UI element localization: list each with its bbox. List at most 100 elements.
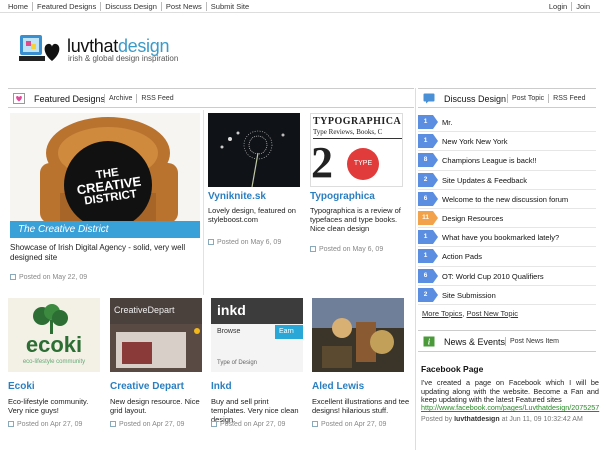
featured-card[interactable]: ecoki eco-lifestyle community Ecoki Eco-…: [8, 298, 104, 438]
nav-home[interactable]: Home: [8, 2, 34, 11]
reply-count-badge: 1: [418, 115, 438, 129]
speech-bubble-icon: [423, 93, 435, 104]
featured-card[interactable]: inkd Browse Earn Type of Design Inkd Buy…: [211, 298, 307, 438]
nav-submit-site[interactable]: Submit Site: [207, 2, 253, 11]
reply-count-badge: 2: [418, 172, 438, 187]
topic-link[interactable]: Site Updates & Feedback: [442, 176, 527, 185]
thumb-earn-tab: Earn: [275, 325, 303, 339]
topic-link[interactable]: Action Pads: [442, 252, 482, 261]
featured-card[interactable]: Aled Lewis Excellent illustrations and t…: [312, 298, 412, 438]
list-item[interactable]: 6 OT: World Cup 2010 Qualifiers: [418, 267, 596, 286]
news-events-title: News & Events: [444, 337, 506, 347]
card-meta: Posted on Apr 27, 09: [211, 421, 285, 428]
computer-heart-icon: [19, 35, 60, 61]
thumb-subtext: eco-lifestyle community: [22, 359, 86, 365]
news-item-link[interactable]: http://www.facebook.com/pages/Luvthatdes…: [421, 403, 600, 412]
list-item[interactable]: 8 Champions League is back!!: [418, 151, 596, 171]
thumb-numeral: 2: [311, 138, 333, 187]
card-meta: Posted on May 6, 09: [310, 246, 383, 253]
card-title[interactable]: Vyniknite.sk: [208, 191, 266, 202]
post-news-item-link[interactable]: Post News Item: [505, 337, 563, 346]
illustration-image: [312, 298, 404, 372]
calendar-icon: [208, 239, 214, 245]
archive-link[interactable]: Archive: [104, 94, 136, 103]
nav-featured-designs[interactable]: Featured Designs: [33, 2, 102, 11]
card-description: Eco-lifestyle community. Very nice guys!: [8, 397, 89, 415]
calendar-icon: [211, 421, 217, 427]
card-meta: Posted on May 6, 09: [208, 239, 281, 246]
list-item[interactable]: 1 What have you bookmarked lately?: [418, 228, 596, 248]
list-item[interactable]: 2 Site Submission: [418, 286, 596, 305]
vyniknite-thumbnail[interactable]: [208, 113, 300, 187]
card-title[interactable]: Ecoki: [8, 381, 35, 392]
site-logo[interactable]: luvthatdesign irish & global design insp…: [19, 33, 199, 69]
card-title[interactable]: Creative Depart: [110, 381, 184, 392]
card-description: New design resource. Nice grid layout.: [110, 397, 200, 415]
creative-depart-thumbnail[interactable]: CreativeDepart: [110, 298, 202, 372]
nav-login[interactable]: Login: [549, 2, 571, 11]
reply-count-badge: 8: [418, 153, 438, 168]
heart-frame-icon: [13, 93, 25, 104]
featured-card[interactable]: Vyniknite.sk Lovely design, featured on …: [208, 113, 304, 293]
aled-lewis-thumbnail[interactable]: [312, 298, 404, 372]
news-author-link[interactable]: luvthatdesign: [454, 416, 500, 423]
list-item[interactable]: 1 Mr.: [418, 113, 596, 133]
calendar-icon: [8, 421, 14, 427]
topic-link[interactable]: Site Submission: [442, 291, 496, 300]
typographica-thumbnail[interactable]: TYPOGRAPHICA Type Reviews, Books, C 2 TY…: [310, 113, 403, 187]
topic-link[interactable]: Design Resources: [442, 214, 503, 223]
nav-post-news[interactable]: Post News: [162, 2, 207, 11]
more-topics-link[interactable]: More Topics: [422, 309, 462, 318]
news-item-body: I've created a page on Facebook which I …: [421, 378, 599, 405]
topic-link[interactable]: Welcome to the new discussion forum: [442, 195, 568, 204]
card-title[interactable]: Inkd: [211, 381, 232, 392]
hero-divider: [203, 110, 204, 295]
thumb-browse-text: Browse: [217, 328, 241, 335]
list-item[interactable]: 6 Welcome to the new discussion forum: [418, 190, 596, 209]
featured-card[interactable]: TYPOGRAPHICA Type Reviews, Books, C 2 TY…: [310, 113, 410, 293]
reply-count-badge: 1: [418, 134, 438, 149]
topic-link[interactable]: Champions League is back!!: [442, 156, 537, 165]
dandelion-image: [208, 113, 300, 187]
nav-discuss-design[interactable]: Discuss Design: [101, 2, 162, 11]
discuss-rss-link[interactable]: RSS Feed: [548, 94, 589, 103]
card-description: Buy and sell print templates. Very nice …: [211, 397, 299, 424]
reply-count-badge: 11: [418, 210, 438, 225]
card-meta: Posted on Apr 27, 09: [312, 421, 386, 428]
calendar-icon: [110, 421, 116, 427]
topic-link[interactable]: OT: World Cup 2010 Qualifiers: [442, 272, 544, 281]
thumb-subtext: Type of Design: [217, 360, 258, 366]
card-description: Excellent illustrations and tee designs!…: [312, 397, 410, 415]
news-item-meta: Posted by luvthatdesign at Jun 11, 09 10…: [421, 416, 583, 423]
list-item[interactable]: 2 Site Updates & Feedback: [418, 171, 596, 190]
reply-count-badge: 1: [418, 249, 438, 264]
thumb-logo-text: CreativeDepart: [114, 305, 175, 315]
thumb-logo-text: ecoki: [25, 332, 83, 357]
inkd-thumbnail[interactable]: inkd Browse Earn Type of Design: [211, 298, 303, 372]
type-badge: TYPE: [347, 148, 379, 180]
hero-description: Showcase of Irish Digital Agency - solid…: [10, 243, 186, 262]
calendar-icon: [10, 274, 16, 280]
discuss-footer-links: More Topics, Post New Topic: [422, 309, 519, 318]
hero-meta: Posted on May 22, 09: [10, 274, 87, 281]
list-item[interactable]: 1 Action Pads: [418, 247, 596, 267]
nav-join[interactable]: Join: [571, 2, 594, 11]
list-item[interactable]: 1 New York New York: [418, 132, 596, 152]
ecoki-thumbnail[interactable]: ecoki eco-lifestyle community: [8, 298, 100, 372]
reply-count-badge: 1: [418, 230, 438, 245]
card-title[interactable]: Aled Lewis: [312, 381, 364, 392]
reply-count-badge: 2: [418, 287, 438, 302]
card-title[interactable]: Typographica: [310, 191, 375, 202]
featured-hero-card[interactable]: THE CREATIVE DISTRICT The Creative Distr…: [10, 113, 200, 293]
topic-link[interactable]: What have you bookmarked lately?: [442, 233, 559, 242]
featured-rss-link[interactable]: RSS Feed: [136, 94, 177, 103]
featured-card[interactable]: CreativeDepart Creative Depart New desig…: [110, 298, 206, 438]
list-item[interactable]: 11 Design Resources: [418, 209, 596, 229]
post-new-topic-link[interactable]: Post New Topic: [466, 309, 518, 318]
hero-thumbnail[interactable]: THE CREATIVE DISTRICT The Creative Distr…: [10, 113, 200, 238]
discuss-design-header: Discuss Design Post Topic RSS Feed: [418, 88, 596, 108]
post-topic-link[interactable]: Post Topic: [507, 94, 548, 103]
topic-link[interactable]: Mr.: [442, 118, 452, 127]
news-item-title[interactable]: Facebook Page: [421, 364, 483, 374]
topic-link[interactable]: New York New York: [442, 137, 507, 146]
